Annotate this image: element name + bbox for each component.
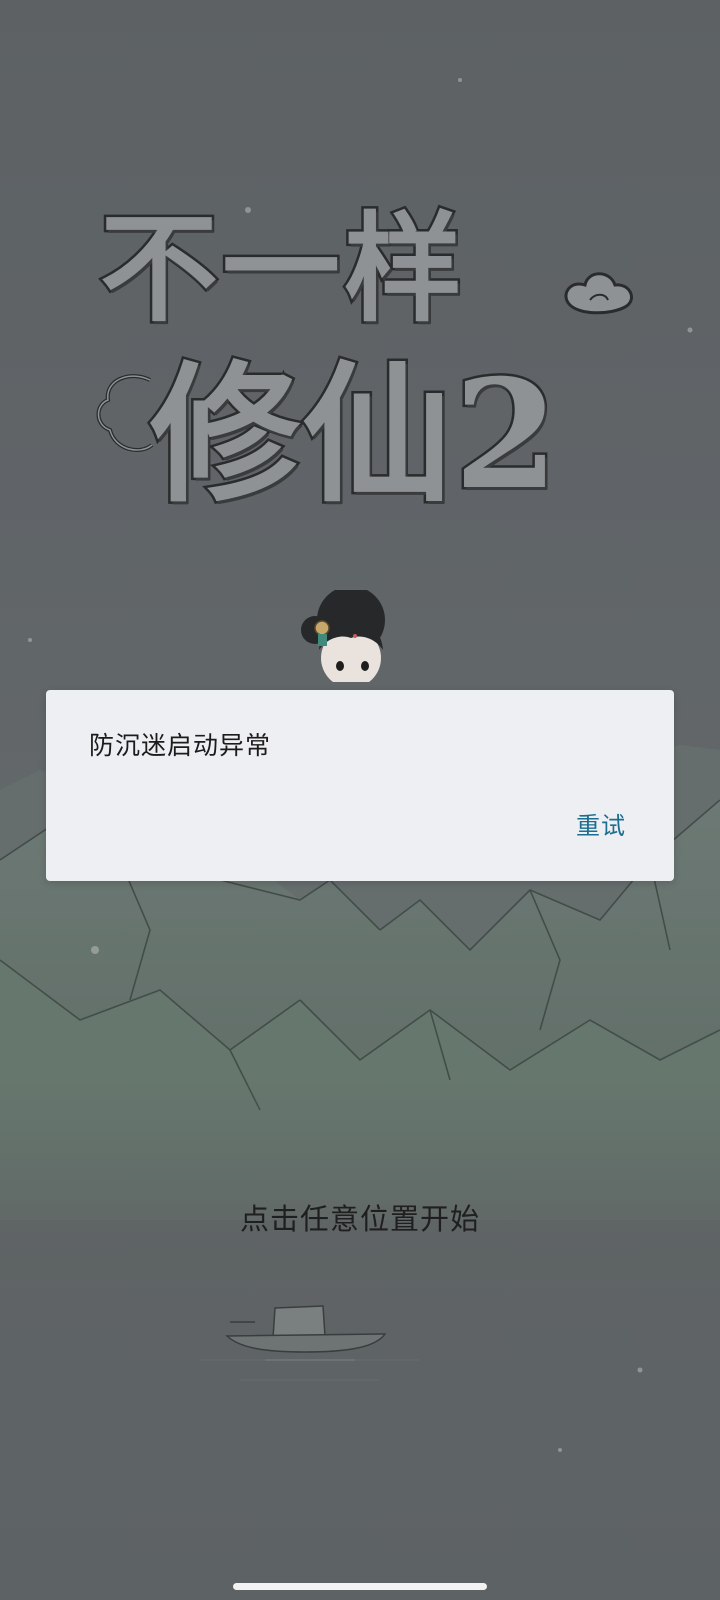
game-title-line-1: 不一样: [97, 199, 467, 338]
game-title-line-2: 修仙2: [147, 347, 561, 523]
game-start-screen[interactable]: 不一样 修仙2 点击任意位置开始 防沉迷启动异常 重试: [0, 0, 720, 1600]
home-indicator[interactable]: [233, 1583, 487, 1590]
retry-button[interactable]: 重试: [568, 802, 634, 845]
dialog-message: 防沉迷启动异常: [89, 731, 272, 760]
tap-to-start-prompt: 点击任意位置开始: [239, 1202, 480, 1236]
character-avatar: [301, 590, 385, 682]
cloud-swirl-icon: [564, 272, 633, 315]
boat-illustration: [225, 1305, 387, 1361]
anti-addiction-error-dialog: 防沉迷启动异常 重试: [46, 690, 674, 881]
game-title-logo: 不一样 修仙2: [90, 199, 670, 540]
